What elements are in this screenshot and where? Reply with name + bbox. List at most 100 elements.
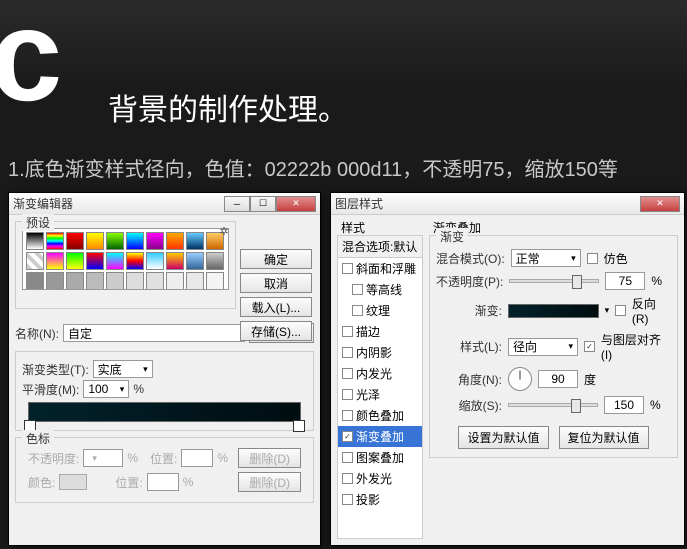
percent-label: % (133, 382, 144, 396)
logo-letter: c (0, 0, 62, 120)
preset-swatch[interactable] (106, 232, 124, 250)
preset-swatch[interactable] (166, 252, 184, 270)
opacity-label: 不透明度(P): (436, 273, 503, 290)
preset-swatch[interactable] (126, 232, 144, 250)
style-item-gradient-overlay[interactable]: 渐变叠加 (338, 426, 422, 447)
save-button[interactable]: 存储(S)... (240, 321, 312, 341)
preset-swatch[interactable] (166, 232, 184, 250)
close-button[interactable]: ✕ (640, 196, 680, 212)
cancel-button[interactable]: 取消 (240, 273, 312, 293)
preset-swatch[interactable] (206, 272, 224, 290)
preset-swatch[interactable] (166, 272, 184, 290)
angle-label: 角度(N): (436, 371, 502, 388)
page-title: 背景的制作处理。 (108, 85, 348, 129)
make-default-button[interactable]: 设置为默认值 (458, 426, 548, 449)
maximize-button[interactable]: ☐ (250, 196, 276, 212)
preset-swatch[interactable] (106, 272, 124, 290)
preset-swatch[interactable] (26, 272, 44, 290)
titlebar[interactable]: 图层样式 ✕ (331, 193, 684, 215)
gradient-bar[interactable] (28, 402, 301, 422)
preset-swatch[interactable] (106, 252, 124, 270)
preset-swatch[interactable] (146, 232, 164, 250)
style-list: 混合选项:默认 斜面和浮雕 等高线 纹理 描边 内阴影 内发光 光泽 颜色叠加 … (337, 235, 423, 539)
gradient-type-label: 渐变类型(T): (22, 361, 89, 378)
preset-swatch[interactable] (26, 252, 44, 270)
blend-mode-dropdown[interactable]: 正常 (511, 249, 581, 267)
name-label: 名称(N): (15, 325, 59, 342)
stop-position2-label: 位置: (115, 474, 142, 491)
load-button[interactable]: 载入(L)... (240, 297, 312, 317)
blend-options-item[interactable]: 混合选项:默认 (338, 236, 422, 258)
preset-swatch[interactable] (46, 252, 64, 270)
style-item-color-overlay[interactable]: 颜色叠加 (338, 405, 422, 426)
preset-swatch[interactable] (186, 252, 204, 270)
style-item-pattern-overlay[interactable]: 图案叠加 (338, 447, 422, 468)
preset-swatches[interactable] (22, 228, 229, 290)
style-item-bevel[interactable]: 斜面和浮雕 (338, 258, 422, 279)
style-item-outer-glow[interactable]: 外发光 (338, 468, 422, 489)
angle-dial[interactable] (508, 367, 532, 391)
preset-swatch[interactable] (146, 252, 164, 270)
preset-swatch[interactable] (126, 252, 144, 270)
stop-color-swatch (59, 474, 87, 490)
preset-swatch[interactable] (126, 272, 144, 290)
align-checkbox[interactable] (584, 341, 595, 352)
ok-button[interactable]: 确定 (240, 249, 312, 269)
preset-swatch[interactable] (66, 232, 84, 250)
preset-swatch[interactable] (66, 252, 84, 270)
gradient-type-dropdown[interactable]: 实底 (93, 360, 153, 378)
stop-position-input (181, 449, 213, 467)
styles-header: 样式 (341, 219, 365, 236)
style-item-inner-shadow[interactable]: 内阴影 (338, 342, 422, 363)
name-input[interactable] (63, 324, 245, 342)
degree-label: 度 (584, 371, 596, 388)
gradient-picker[interactable] (508, 304, 599, 318)
preset-swatch[interactable] (186, 272, 204, 290)
reset-default-button[interactable]: 复位为默认值 (559, 426, 649, 449)
smoothness-label: 平滑度(M): (22, 381, 79, 398)
smoothness-input[interactable]: 100 (83, 380, 129, 398)
style-item-satin[interactable]: 光泽 (338, 384, 422, 405)
preset-swatch[interactable] (66, 272, 84, 290)
close-button[interactable]: ✕ (276, 196, 316, 212)
blend-mode-label: 混合模式(O): (436, 250, 505, 267)
stop-opacity-input (83, 449, 123, 467)
style-item-drop-shadow[interactable]: 投影 (338, 489, 422, 510)
preset-swatch[interactable] (46, 272, 64, 290)
dither-label: 仿色 (604, 250, 628, 267)
preset-swatch[interactable] (186, 232, 204, 250)
opacity-input[interactable] (605, 272, 645, 290)
stop-color-label: 颜色: (28, 474, 55, 491)
angle-input[interactable] (538, 370, 578, 388)
presets-label: 预设 (22, 214, 54, 231)
style-item-inner-glow[interactable]: 内发光 (338, 363, 422, 384)
opacity-slider[interactable] (509, 279, 599, 283)
style-item-contour[interactable]: 等高线 (338, 279, 422, 300)
titlebar[interactable]: 渐变编辑器 ─ ☐ ✕ (9, 193, 320, 215)
preset-swatch[interactable] (26, 232, 44, 250)
gradient-settings: 渐变 混合模式(O): 正常 仿色 不透明度(P): % 渐变: ▾ (429, 235, 678, 458)
gradient-editor-dialog: 渐变编辑器 ─ ☐ ✕ 预设 ✲ 确定 取消 载入(L)... 存储(S)...… (8, 192, 321, 546)
reverse-checkbox[interactable] (615, 305, 626, 316)
delete-stop-button: 删除(D) (238, 448, 301, 468)
preset-swatch[interactable] (86, 252, 104, 270)
preset-swatch[interactable] (86, 232, 104, 250)
stop-opacity-label: 不透明度: (28, 450, 79, 467)
gradient-section-label: 渐变 (436, 228, 468, 245)
preset-swatch[interactable] (206, 252, 224, 270)
scale-input[interactable] (604, 396, 644, 414)
stop-position-label: 位置: (150, 450, 177, 467)
style-dropdown[interactable]: 径向 (508, 338, 578, 356)
scale-label: 缩放(S): (436, 397, 502, 414)
preset-swatch[interactable] (146, 272, 164, 290)
preset-swatch[interactable] (46, 232, 64, 250)
align-label: 与图层对齐(I) (601, 331, 671, 362)
style-item-texture[interactable]: 纹理 (338, 300, 422, 321)
dither-checkbox[interactable] (587, 253, 598, 264)
minimize-button[interactable]: ─ (224, 196, 250, 212)
gear-icon[interactable]: ✲ (217, 224, 231, 238)
gradient-label: 渐变: (436, 302, 502, 319)
preset-swatch[interactable] (86, 272, 104, 290)
scale-slider[interactable] (508, 403, 598, 407)
style-item-stroke[interactable]: 描边 (338, 321, 422, 342)
